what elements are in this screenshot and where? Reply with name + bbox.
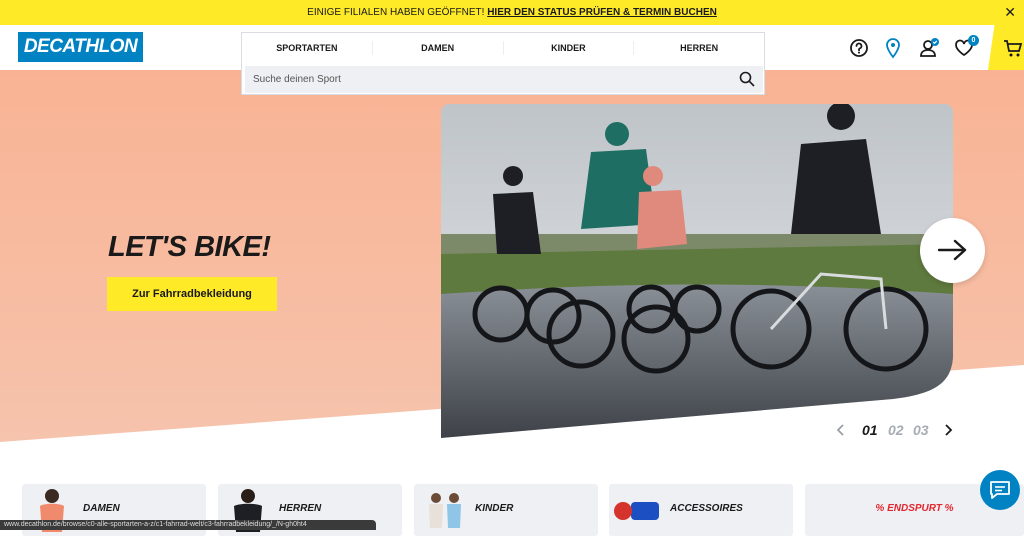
hero-slider: LET'S BIKE! Zur Fahrradbekleidung 01 02 … <box>0 70 1024 460</box>
account-icon[interactable] <box>918 37 940 59</box>
pager-item-2[interactable]: 02 <box>888 422 904 438</box>
category-label: KINDER <box>475 503 514 514</box>
search-input[interactable]: Suche deinen Sport <box>245 66 763 93</box>
nav-herren[interactable]: HERREN <box>634 41 764 55</box>
cyclists-image <box>441 104 953 438</box>
pager-item-3[interactable]: 03 <box>913 422 929 438</box>
nav-sportarten[interactable]: SPORTARTEN <box>242 41 373 55</box>
chevron-left-icon[interactable] <box>834 423 848 437</box>
category-label: ACCESSOIRES <box>670 503 743 514</box>
category-label: HERREN <box>279 503 322 514</box>
arrow-right-icon <box>937 239 967 261</box>
main-nav: SPORTARTEN DAMEN KINDER HERREN <box>242 33 764 63</box>
banner-text: EINIGE FILIALEN HABEN GEÖFFNET! <box>307 7 485 18</box>
chat-button[interactable] <box>980 470 1020 510</box>
accessories-icon <box>614 502 659 520</box>
chat-icon <box>990 481 1010 499</box>
category-label: DAMEN <box>83 503 120 514</box>
nav-search-box: SPORTARTEN DAMEN KINDER HERREN Suche dei… <box>241 32 765 95</box>
chevron-right-icon[interactable] <box>941 423 955 437</box>
nav-kinder[interactable]: KINDER <box>504 41 635 55</box>
search-placeholder: Suche deinen Sport <box>253 74 341 85</box>
location-icon[interactable] <box>882 37 904 59</box>
banner-link[interactable]: HIER DEN STATUS PRÜFEN & TERMIN BUCHEN <box>487 7 717 18</box>
next-slide-button[interactable] <box>920 218 985 283</box>
cart-button[interactable] <box>988 25 1024 70</box>
category-kinder[interactable]: KINDER <box>414 484 598 536</box>
browser-status-url: www.decathlon.de/browse/c0-alle-sportart… <box>0 520 376 530</box>
close-icon[interactable]: ✕ <box>1004 0 1016 25</box>
kids-figure-icon <box>429 493 461 528</box>
hero-cta-button[interactable]: Zur Fahrradbekleidung <box>107 277 277 311</box>
nav-damen[interactable]: DAMEN <box>373 41 504 55</box>
wishlist-count-badge: 0 <box>968 35 979 46</box>
category-accessoires[interactable]: ACCESSOIRES <box>609 484 793 536</box>
cart-icon <box>1004 40 1023 57</box>
logo[interactable]: DECATHLON <box>18 32 143 62</box>
top-banner: EINIGE FILIALEN HABEN GEÖFFNET! HIER DEN… <box>0 0 1024 25</box>
help-icon[interactable] <box>848 37 870 59</box>
hero-title: LET'S BIKE! <box>108 231 271 263</box>
pager-item-1[interactable]: 01 <box>862 422 878 438</box>
search-icon[interactable] <box>739 71 755 87</box>
